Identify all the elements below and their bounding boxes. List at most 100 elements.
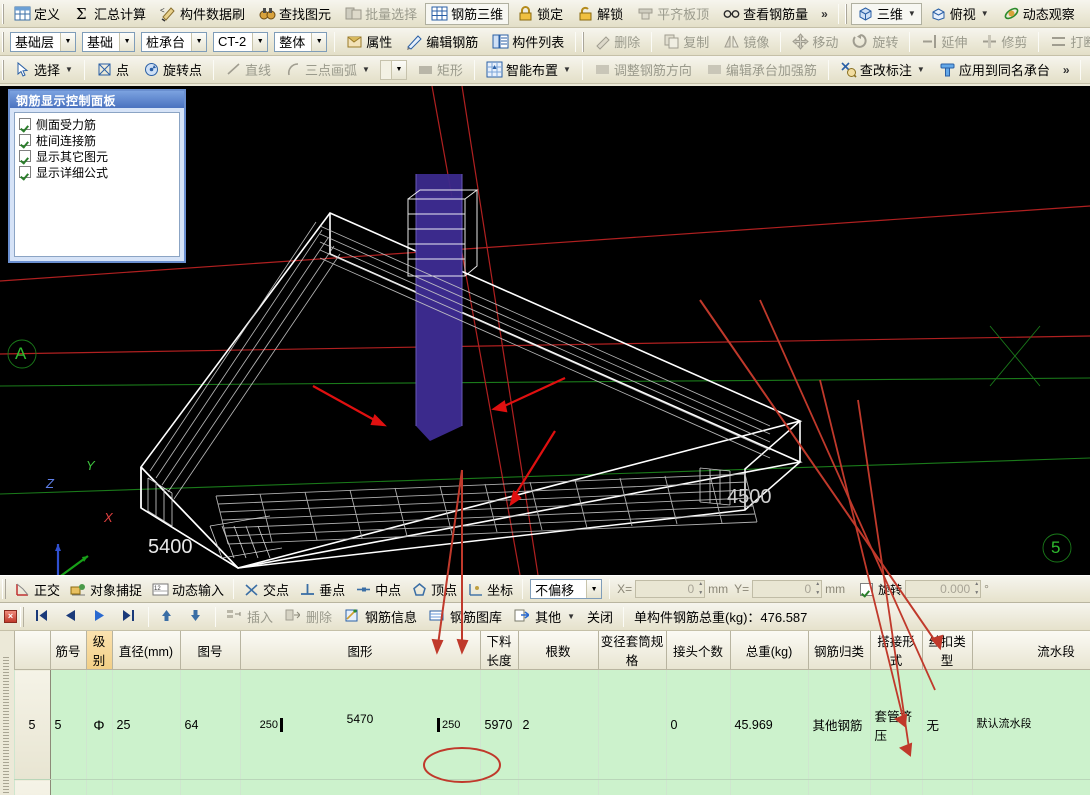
rebar-display-control-panel[interactable]: 钢筋显示控制面板 侧面受力筋 桩间连接筋 显示其它图元 显示详细公式	[8, 89, 186, 263]
cell-rebar-no[interactable]: 5	[50, 670, 86, 780]
col-header-fig-no[interactable]: 图号	[180, 631, 240, 670]
cell-rebar-no[interactable]: 6	[50, 780, 86, 795]
cell-shape[interactable]: 250 5240 250	[240, 780, 480, 795]
close-editor-button[interactable]: 关闭	[581, 606, 619, 628]
chevron-down-icon[interactable]: ▼	[311, 33, 326, 51]
col-header-rebar-no[interactable]: 筋号	[50, 631, 86, 670]
cell-fig-no[interactable]: 64	[180, 780, 240, 795]
cell-flow-section[interactable]: 默认流水段	[972, 780, 1090, 795]
toolbar-local-3d[interactable]: 局部三维	[1083, 3, 1090, 25]
statusbar-grip[interactable]	[2, 579, 6, 599]
snap-coordinate[interactable]: 坐标	[462, 578, 518, 600]
rotate-point-tool[interactable]: 旋转点	[137, 59, 208, 81]
col-header-grade[interactable]: 级别	[86, 631, 112, 670]
move-up-button[interactable]	[153, 606, 182, 628]
draw-toolbar-grip[interactable]	[2, 60, 4, 80]
chevron-down-icon[interactable]: ▼	[908, 9, 916, 18]
cell-total-weight[interactable]: 45.969	[730, 670, 808, 780]
other-button[interactable]: 其他 ▼	[508, 606, 581, 628]
chevron-down-icon[interactable]: ▼	[60, 33, 75, 51]
col-header-total-weight[interactable]: 总重(kg)	[730, 631, 808, 670]
cell-classification[interactable]: 其他钢筋	[808, 670, 870, 780]
col-header-count[interactable]: 根数	[518, 631, 598, 670]
rect-tool[interactable]: 矩形	[411, 59, 469, 81]
col-header-diameter[interactable]: 直径(mm)	[112, 631, 180, 670]
toolbar-view-top[interactable]: 俯视 ▼	[924, 3, 995, 25]
chevron-down-icon[interactable]: ▼	[567, 612, 575, 621]
y-coordinate-input[interactable]: 0 ▲▼	[752, 580, 822, 598]
x-spinner[interactable]: ▲▼	[695, 582, 703, 596]
rotate-button[interactable]: 旋转	[846, 31, 904, 53]
offset-mode-combo[interactable]: 不偏移 ▼	[530, 579, 602, 599]
rebar-panel-item-pile-connector[interactable]: 桩间连接筋	[19, 132, 175, 148]
table-row[interactable]: 5 5 Φ 25 64 250 5470	[0, 670, 1090, 780]
chevron-down-icon[interactable]: ▼	[981, 9, 989, 18]
object-snap-toggle[interactable]: 对象捕捉	[65, 578, 147, 600]
col-header-classification[interactable]: 钢筋归类	[808, 631, 870, 670]
rebar-panel-item-show-detailed-formula[interactable]: 显示详细公式	[19, 164, 175, 180]
toolbar-component-data-brush[interactable]: < 构件数据刷	[154, 3, 251, 25]
first-record-button[interactable]	[28, 606, 57, 628]
dynamic-input-toggle[interactable]: 12 动态输入	[147, 578, 229, 600]
cell-joint-count[interactable]: 0	[666, 670, 730, 780]
toolbar-grip[interactable]	[2, 4, 4, 24]
table-row[interactable]: 6 6 Φ 25 64 250 5240	[0, 780, 1090, 795]
draw-toolbar-overflow-chevron[interactable]: »	[1057, 63, 1076, 77]
edit-cap-rebar-button[interactable]: 编辑承台加强筋	[700, 59, 823, 81]
editor-grip[interactable]	[20, 607, 24, 627]
select-tool[interactable]: 选择 ▼	[8, 59, 79, 81]
insert-row-button[interactable]: 插入	[220, 606, 279, 628]
empty-combo[interactable]: ▼	[380, 60, 407, 80]
edit-toolbar-grip[interactable]	[582, 32, 584, 52]
toolbar-define[interactable]: 定义	[8, 3, 66, 25]
chevron-down-icon[interactable]: ▼	[563, 65, 571, 74]
rebar-library-button[interactable]: 钢筋图库	[423, 606, 508, 628]
display-mode-combo[interactable]: 整体 ▼	[274, 32, 327, 52]
col-header-shape[interactable]: 图形	[240, 631, 480, 670]
snap-vertex[interactable]: 顶点	[406, 578, 462, 600]
3d-viewport[interactable]: 5400 4500 36600 A 4 5 Z Y X 钢筋显示控制面板 侧面受…	[0, 86, 1090, 575]
cell-count[interactable]: 1	[518, 780, 598, 795]
toolbar-view-rebar-quantity[interactable]: 查看钢筋量	[717, 3, 814, 25]
cell-total-weight[interactable]: 22.099	[730, 780, 808, 795]
checkbox-checked-icon[interactable]	[19, 134, 31, 146]
snap-midpoint[interactable]: 中点	[350, 578, 406, 600]
rebar-info-button[interactable]: 钢筋信息	[338, 606, 423, 628]
toolbar-overflow-chevron[interactable]: »	[815, 7, 834, 21]
col-header-joint-count[interactable]: 接头个数	[666, 631, 730, 670]
chevron-down-icon[interactable]: ▼	[191, 33, 206, 51]
two-point-tool[interactable]: 两点	[1086, 59, 1090, 81]
rotate-checkbox[interactable]	[860, 583, 873, 596]
delete-button[interactable]: 删除	[588, 31, 646, 53]
y-spinner[interactable]: ▲▼	[812, 582, 820, 596]
checkbox-checked-icon[interactable]	[19, 118, 31, 130]
cell-sleeve-spec[interactable]	[598, 780, 666, 795]
close-panel-icon[interactable]: ×	[4, 610, 17, 623]
cell-lap-form[interactable]: 套管挤压	[870, 780, 922, 795]
chevron-down-icon[interactable]: ▼	[586, 580, 601, 598]
col-header-lap-form[interactable]: 搭接形式	[870, 631, 922, 670]
ortho-toggle[interactable]: 正交	[9, 578, 65, 600]
point-tool[interactable]: 点	[90, 59, 135, 81]
arc-tool[interactable]: 三点画弧 ▼	[279, 59, 376, 81]
rebar-table[interactable]: 筋号 级别 直径(mm) 图号 图形 下料长度 根数 变径套筒规格 接头个数 总…	[0, 631, 1090, 795]
move-button[interactable]: 移动	[786, 31, 844, 53]
toolbar-find-element[interactable]: 查找图元	[253, 3, 337, 25]
rebar-panel-item-show-other-elements[interactable]: 显示其它图元	[19, 148, 175, 164]
prev-record-button[interactable]	[57, 606, 86, 628]
cell-grade[interactable]: Φ	[86, 670, 112, 780]
chevron-down-icon[interactable]: ▼	[252, 33, 267, 51]
copy-button[interactable]: 复制	[657, 31, 715, 53]
category-combo[interactable]: 基础 ▼	[82, 32, 135, 52]
component-combo[interactable]: CT-2 ▼	[213, 32, 268, 52]
axis-bubble-5[interactable]: 5	[1051, 538, 1060, 558]
rebar-panel-item-side-main-bar[interactable]: 侧面受力筋	[19, 116, 175, 132]
row-number[interactable]: 6	[14, 780, 50, 795]
cell-shape[interactable]: 250 5470 250	[240, 670, 480, 780]
floor-combo[interactable]: 基础层 ▼	[10, 32, 76, 52]
property-button[interactable]: 属性	[340, 31, 398, 53]
last-record-button[interactable]	[115, 606, 144, 628]
toolbar-rebar-3d[interactable]: 钢筋三维	[425, 3, 509, 25]
col-header-cut-length[interactable]: 下料长度	[480, 631, 518, 670]
toolbar-summary-calc[interactable]: Σ 汇总计算	[68, 3, 152, 25]
